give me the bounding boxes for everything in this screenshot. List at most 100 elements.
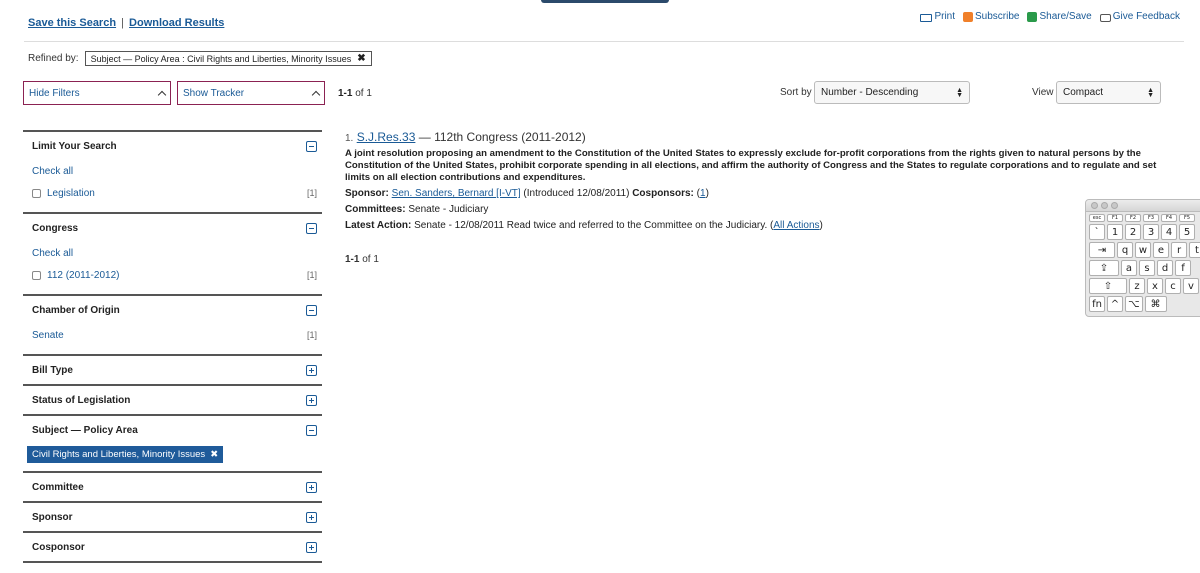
all-actions-link[interactable]: All Actions <box>773 220 819 231</box>
expand-icon[interactable] <box>306 394 317 406</box>
facet-header[interactable]: Committee <box>23 473 322 501</box>
expand-icon[interactable] <box>306 481 317 493</box>
checkbox[interactable] <box>32 188 41 198</box>
select-arrows-icon: ▲ ▼ <box>1147 86 1154 99</box>
key[interactable]: F1 <box>1107 214 1123 222</box>
expand-icon[interactable] <box>306 541 317 553</box>
key[interactable]: F2 <box>1125 214 1141 222</box>
keyboard-row: ⇥ q w e r t <box>1086 242 1200 258</box>
option-label[interactable]: Senate <box>32 330 64 341</box>
collapse-icon[interactable] <box>306 304 317 316</box>
key[interactable]: 5 <box>1179 224 1195 240</box>
result-range: 1-1 <box>345 254 360 265</box>
option-label[interactable]: Legislation <box>47 188 95 199</box>
download-results-link[interactable]: Download Results <box>129 17 224 29</box>
key[interactable]: 2 <box>1125 224 1141 240</box>
save-search-link[interactable]: Save this Search <box>28 17 116 29</box>
option-label[interactable]: 112 (2011-2012) <box>47 270 119 281</box>
option-key[interactable]: ⌥ <box>1125 296 1143 312</box>
feedback-button[interactable]: Give Feedback <box>1099 11 1180 22</box>
header-divider <box>24 41 1184 42</box>
facet-header[interactable]: Chamber of Origin <box>23 296 322 324</box>
active-filter-chip[interactable]: Civil Rights and Liberties, Minority Iss… <box>27 446 224 463</box>
facet-header[interactable]: Sponsor <box>23 503 322 531</box>
facet-header[interactable]: Congress <box>23 214 322 242</box>
remove-filter-icon[interactable]: ✖ <box>210 449 218 460</box>
key[interactable]: r <box>1171 242 1187 258</box>
print-button[interactable]: Print <box>920 11 955 22</box>
key[interactable]: t <box>1189 242 1200 258</box>
keyboard-viewer[interactable]: esc F1 F2 F3 F4 F5 ` 1 2 3 4 5 ⇥ q w e r… <box>1085 199 1200 317</box>
result-title: 1. S.J.Res.33 — 112th Congress (2011-201… <box>345 130 1175 144</box>
facet-option[interactable]: Senate [1] <box>23 324 322 346</box>
top-tab <box>541 0 669 3</box>
key[interactable]: e <box>1153 242 1169 258</box>
collapse-icon[interactable] <box>306 222 317 234</box>
key[interactable]: d <box>1157 260 1173 276</box>
print-icon <box>920 13 933 22</box>
checkbox[interactable] <box>32 270 41 280</box>
key[interactable]: ` <box>1089 224 1105 240</box>
hide-filters-button[interactable]: Hide Filters <box>23 81 171 105</box>
sort-select[interactable]: Number - Descending ▲ ▼ <box>814 81 970 104</box>
facet-option[interactable]: Legislation [1] <box>23 182 322 204</box>
collapse-icon[interactable] <box>306 424 317 436</box>
collapse-icon[interactable] <box>306 140 317 152</box>
key[interactable]: q <box>1117 242 1133 258</box>
key[interactable]: c <box>1165 278 1181 294</box>
keyboard-titlebar[interactable] <box>1086 200 1200 212</box>
result-description: A joint resolution proposing an amendmen… <box>345 148 1157 183</box>
key[interactable]: f <box>1175 260 1191 276</box>
key[interactable]: x <box>1147 278 1163 294</box>
share-button[interactable]: Share/Save <box>1027 11 1092 22</box>
subscribe-button[interactable]: Subscribe <box>963 11 1019 22</box>
facet-option[interactable]: 112 (2011-2012) [1] <box>23 264 322 286</box>
key[interactable]: 1 <box>1107 224 1123 240</box>
control-key[interactable]: ^ <box>1107 296 1123 312</box>
sponsor-link[interactable]: Sen. Sanders, Bernard [I-VT] <box>392 188 521 199</box>
key[interactable]: esc <box>1089 214 1105 222</box>
key[interactable]: F3 <box>1143 214 1159 222</box>
option-count: [1] <box>306 188 317 198</box>
facet-header[interactable]: Limit Your Search <box>23 132 322 160</box>
key[interactable]: v <box>1183 278 1199 294</box>
facet-header[interactable]: Subject — Policy Area <box>23 416 322 444</box>
check-all-link[interactable]: Check all <box>32 248 73 259</box>
view-select[interactable]: Compact ▲ ▼ <box>1056 81 1161 104</box>
show-tracker-button[interactable]: Show Tracker <box>177 81 325 105</box>
sort-label: Sort by <box>780 87 812 98</box>
key[interactable]: 4 <box>1161 224 1177 240</box>
key[interactable]: s <box>1139 260 1155 276</box>
caps-lock-key[interactable]: ⇪ <box>1089 260 1119 276</box>
search-result: 1. S.J.Res.33 — 112th Congress (2011-201… <box>345 130 1175 236</box>
facet-header[interactable]: Status of Legislation <box>23 386 322 414</box>
facet-header[interactable]: Bill Type <box>23 356 322 384</box>
key[interactable]: a <box>1121 260 1137 276</box>
close-dot[interactable] <box>1091 202 1098 209</box>
zoom-dot[interactable] <box>1111 202 1118 209</box>
show-tracker-label: Show Tracker <box>183 87 245 99</box>
facet-congress: Congress Check all 112 (2011-2012) [1] <box>23 212 322 294</box>
remove-refine-icon[interactable]: ✖ <box>357 53 365 64</box>
bill-link[interactable]: S.J.Res.33 <box>357 130 416 144</box>
expand-icon[interactable] <box>306 511 317 523</box>
key[interactable]: 3 <box>1143 224 1159 240</box>
tab-key[interactable]: ⇥ <box>1089 242 1115 258</box>
print-label: Print <box>934 11 955 22</box>
command-key[interactable]: ⌘ <box>1144 296 1167 312</box>
facet-bill-type: Bill Type <box>23 354 322 384</box>
key[interactable]: w <box>1135 242 1151 258</box>
fn-key[interactable]: fn <box>1089 296 1105 312</box>
check-all-link[interactable]: Check all <box>32 166 73 177</box>
latest-action-text: Senate - 12/08/2011 Read twice and refer… <box>414 220 774 231</box>
shift-key[interactable]: ⇧ <box>1089 278 1127 294</box>
minimize-dot[interactable] <box>1101 202 1108 209</box>
sponsor-label: Sponsor: <box>345 188 389 199</box>
expand-icon[interactable] <box>306 364 317 376</box>
introduced-date: (Introduced 12/08/2011) <box>523 188 630 199</box>
key[interactable]: F5 <box>1179 214 1195 222</box>
cosponsors-label: Cosponsors: <box>632 188 694 199</box>
facet-header[interactable]: Cosponsor <box>23 533 322 561</box>
key[interactable]: z <box>1129 278 1145 294</box>
key[interactable]: F4 <box>1161 214 1177 222</box>
